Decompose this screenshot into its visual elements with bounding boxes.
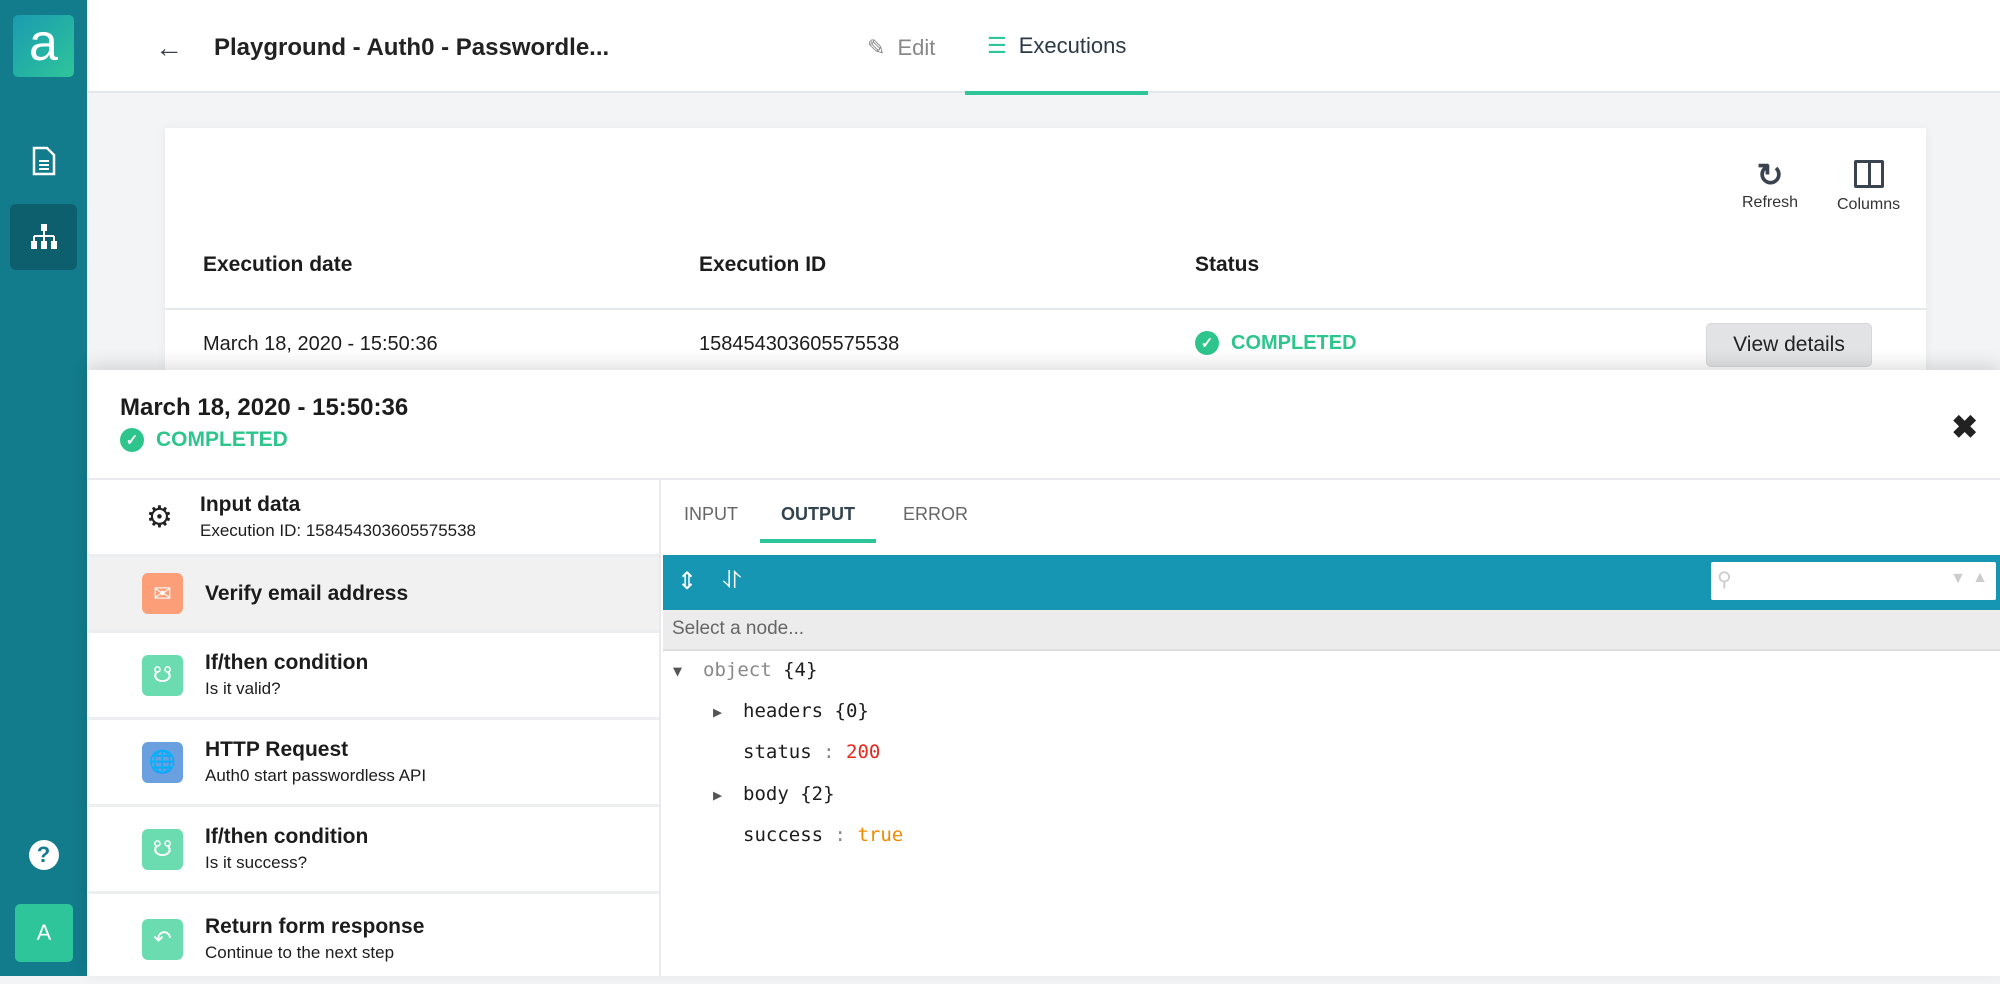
steps-list: ⚙ Input data Execution ID: 15845430360557… bbox=[87, 480, 661, 976]
tab-edit[interactable]: ✎ Edit bbox=[867, 0, 935, 95]
tree-node-root[interactable]: ▼ object {4} bbox=[673, 659, 817, 689]
step-sub: Is it valid? bbox=[205, 679, 281, 698]
status-badge: ✓ COMPLETED bbox=[1195, 331, 1357, 355]
step-name: If/then condition bbox=[205, 825, 369, 848]
tab-edit-label: Edit bbox=[897, 34, 936, 60]
step-sub: Execution ID: 158454303605575538 bbox=[200, 521, 477, 540]
column-header-id[interactable]: Execution ID bbox=[699, 253, 826, 277]
cell-date: March 18, 2020 - 15:50:36 bbox=[203, 333, 438, 355]
app-logo[interactable]: a bbox=[13, 15, 74, 77]
step-name: If/then condition bbox=[205, 651, 369, 674]
refresh-icon: ↻ bbox=[1756, 157, 1784, 193]
refresh-button[interactable]: ↻ Refresh bbox=[1742, 156, 1798, 212]
status-text: COMPLETED bbox=[1231, 331, 1357, 354]
search-next-icon[interactable]: ▼ bbox=[1950, 570, 1966, 588]
tree-node-status[interactable]: status : 200 bbox=[743, 741, 880, 771]
columns-button[interactable]: Columns bbox=[1837, 156, 1900, 214]
caret-right-icon[interactable]: ▶ bbox=[713, 786, 743, 804]
caret-down-icon[interactable]: ▼ bbox=[673, 662, 703, 680]
column-header-date[interactable]: Execution date bbox=[203, 253, 352, 277]
sidebar-item-workflows[interactable] bbox=[10, 204, 77, 270]
step-sub: Continue to the next step bbox=[205, 943, 395, 962]
document-icon bbox=[32, 146, 55, 176]
globe-icon: 🌐 bbox=[142, 741, 183, 783]
tree-node-headers[interactable]: ▶ headers {0} bbox=[713, 700, 869, 730]
list-item-if-then[interactable]: ☋ If/then condition Is it success? bbox=[87, 807, 659, 894]
edit-icon: ✎ bbox=[867, 34, 886, 60]
top-header: ← Playground - Auth0 - Passwordle... ✎ Ed… bbox=[87, 0, 2000, 95]
root-count: {4} bbox=[783, 659, 818, 681]
panel-title: March 18, 2020 - 15:50:36 bbox=[120, 394, 409, 421]
avatar[interactable]: A bbox=[15, 904, 73, 962]
help-button[interactable]: ? bbox=[10, 822, 77, 888]
step-sub: Is it success? bbox=[205, 853, 308, 872]
tab-output[interactable]: OUTPUT bbox=[760, 504, 876, 543]
separator: : bbox=[834, 824, 846, 846]
sitemap-icon bbox=[30, 224, 57, 249]
success-key: success bbox=[743, 824, 824, 846]
body-count: {2} bbox=[800, 783, 835, 805]
view-details-button[interactable]: View details bbox=[1706, 323, 1872, 367]
email-verify-icon: ✉ bbox=[142, 573, 183, 614]
step-name: Return form response bbox=[205, 915, 425, 938]
list-item-verify-email[interactable]: ✉ Verify email address bbox=[87, 557, 659, 633]
refresh-label: Refresh bbox=[1742, 194, 1799, 211]
root-key: object bbox=[703, 659, 772, 681]
back-arrow-icon[interactable]: ← bbox=[155, 32, 183, 64]
check-circle-icon: ✓ bbox=[120, 428, 144, 452]
branch-icon: ☋ bbox=[142, 654, 183, 696]
status-key: status bbox=[743, 741, 812, 763]
success-value: true bbox=[857, 824, 904, 846]
body-key: body bbox=[743, 783, 789, 805]
search-input[interactable]: ⚲ ▼ ▲ bbox=[1711, 562, 1996, 600]
data-viewer: INPUT OUTPUT ERROR ⇕ ⥯ ⚲ ▼ ▲ Select a no… bbox=[663, 480, 2000, 976]
cell-id: 158454303605575538 bbox=[699, 333, 900, 355]
headers-key: headers bbox=[743, 700, 824, 722]
tab-executions[interactable]: ☰ Executions bbox=[965, 0, 1149, 95]
execution-details-panel: March 18, 2020 - 15:50:36 ✓ COMPLETED ✖ ⚙… bbox=[87, 370, 2000, 976]
list-icon: ☰ bbox=[987, 32, 1007, 58]
reply-icon: ↶ bbox=[142, 918, 183, 960]
search-prev-icon[interactable]: ▲ bbox=[1972, 569, 1988, 587]
step-name: Verify email address bbox=[205, 581, 409, 605]
page-title: Playground - Auth0 - Passwordle... bbox=[214, 34, 610, 61]
tab-input[interactable]: INPUT bbox=[663, 504, 759, 539]
list-item-http-request[interactable]: 🌐 HTTP Request Auth0 start passwordless A… bbox=[87, 720, 659, 807]
sidebar-item-documents[interactable] bbox=[10, 128, 77, 194]
help-icon: ? bbox=[28, 840, 59, 870]
branch-icon: ☋ bbox=[142, 828, 183, 870]
column-header-status[interactable]: Status bbox=[1195, 253, 1259, 277]
columns-label: Columns bbox=[1837, 196, 1901, 213]
caret-right-icon[interactable]: ▶ bbox=[713, 703, 743, 721]
list-item-input-data[interactable]: ⚙ Input data Execution ID: 15845430360557… bbox=[87, 480, 659, 557]
node-path: Select a node... bbox=[663, 610, 2000, 651]
tree-node-body[interactable]: ▶ body {2} bbox=[713, 783, 835, 813]
gears-icon: ⚙ bbox=[146, 500, 173, 534]
expand-all-icon[interactable]: ⇕ bbox=[677, 567, 697, 596]
divider bbox=[165, 308, 1926, 310]
tree-node-success[interactable]: success : true bbox=[743, 824, 903, 854]
step-name: HTTP Request bbox=[205, 738, 349, 761]
tab-error[interactable]: ERROR bbox=[882, 504, 989, 539]
headers-count: {0} bbox=[834, 700, 869, 722]
step-name: Input data bbox=[200, 493, 301, 516]
search-icon: ⚲ bbox=[1717, 569, 1732, 591]
tab-executions-label: Executions bbox=[1018, 32, 1127, 58]
list-item-return-form[interactable]: ↶ Return form response Continue to the ne… bbox=[87, 894, 659, 984]
status-value: 200 bbox=[846, 741, 881, 763]
separator: : bbox=[823, 741, 835, 763]
check-circle-icon: ✓ bbox=[1195, 331, 1219, 355]
columns-icon bbox=[1853, 160, 1884, 188]
list-item-if-then[interactable]: ☋ If/then condition Is it valid? bbox=[87, 633, 659, 720]
sidebar: a ? A bbox=[0, 0, 87, 976]
panel-status: ✓ COMPLETED bbox=[120, 428, 288, 452]
close-icon[interactable]: ✖ bbox=[1951, 408, 1978, 446]
panel-status-text: COMPLETED bbox=[156, 428, 288, 451]
step-sub: Auth0 start passwordless API bbox=[205, 766, 427, 785]
collapse-all-icon[interactable]: ⥯ bbox=[723, 567, 741, 595]
json-toolbar: ⇕ ⥯ ⚲ ▼ ▲ bbox=[663, 555, 2000, 610]
